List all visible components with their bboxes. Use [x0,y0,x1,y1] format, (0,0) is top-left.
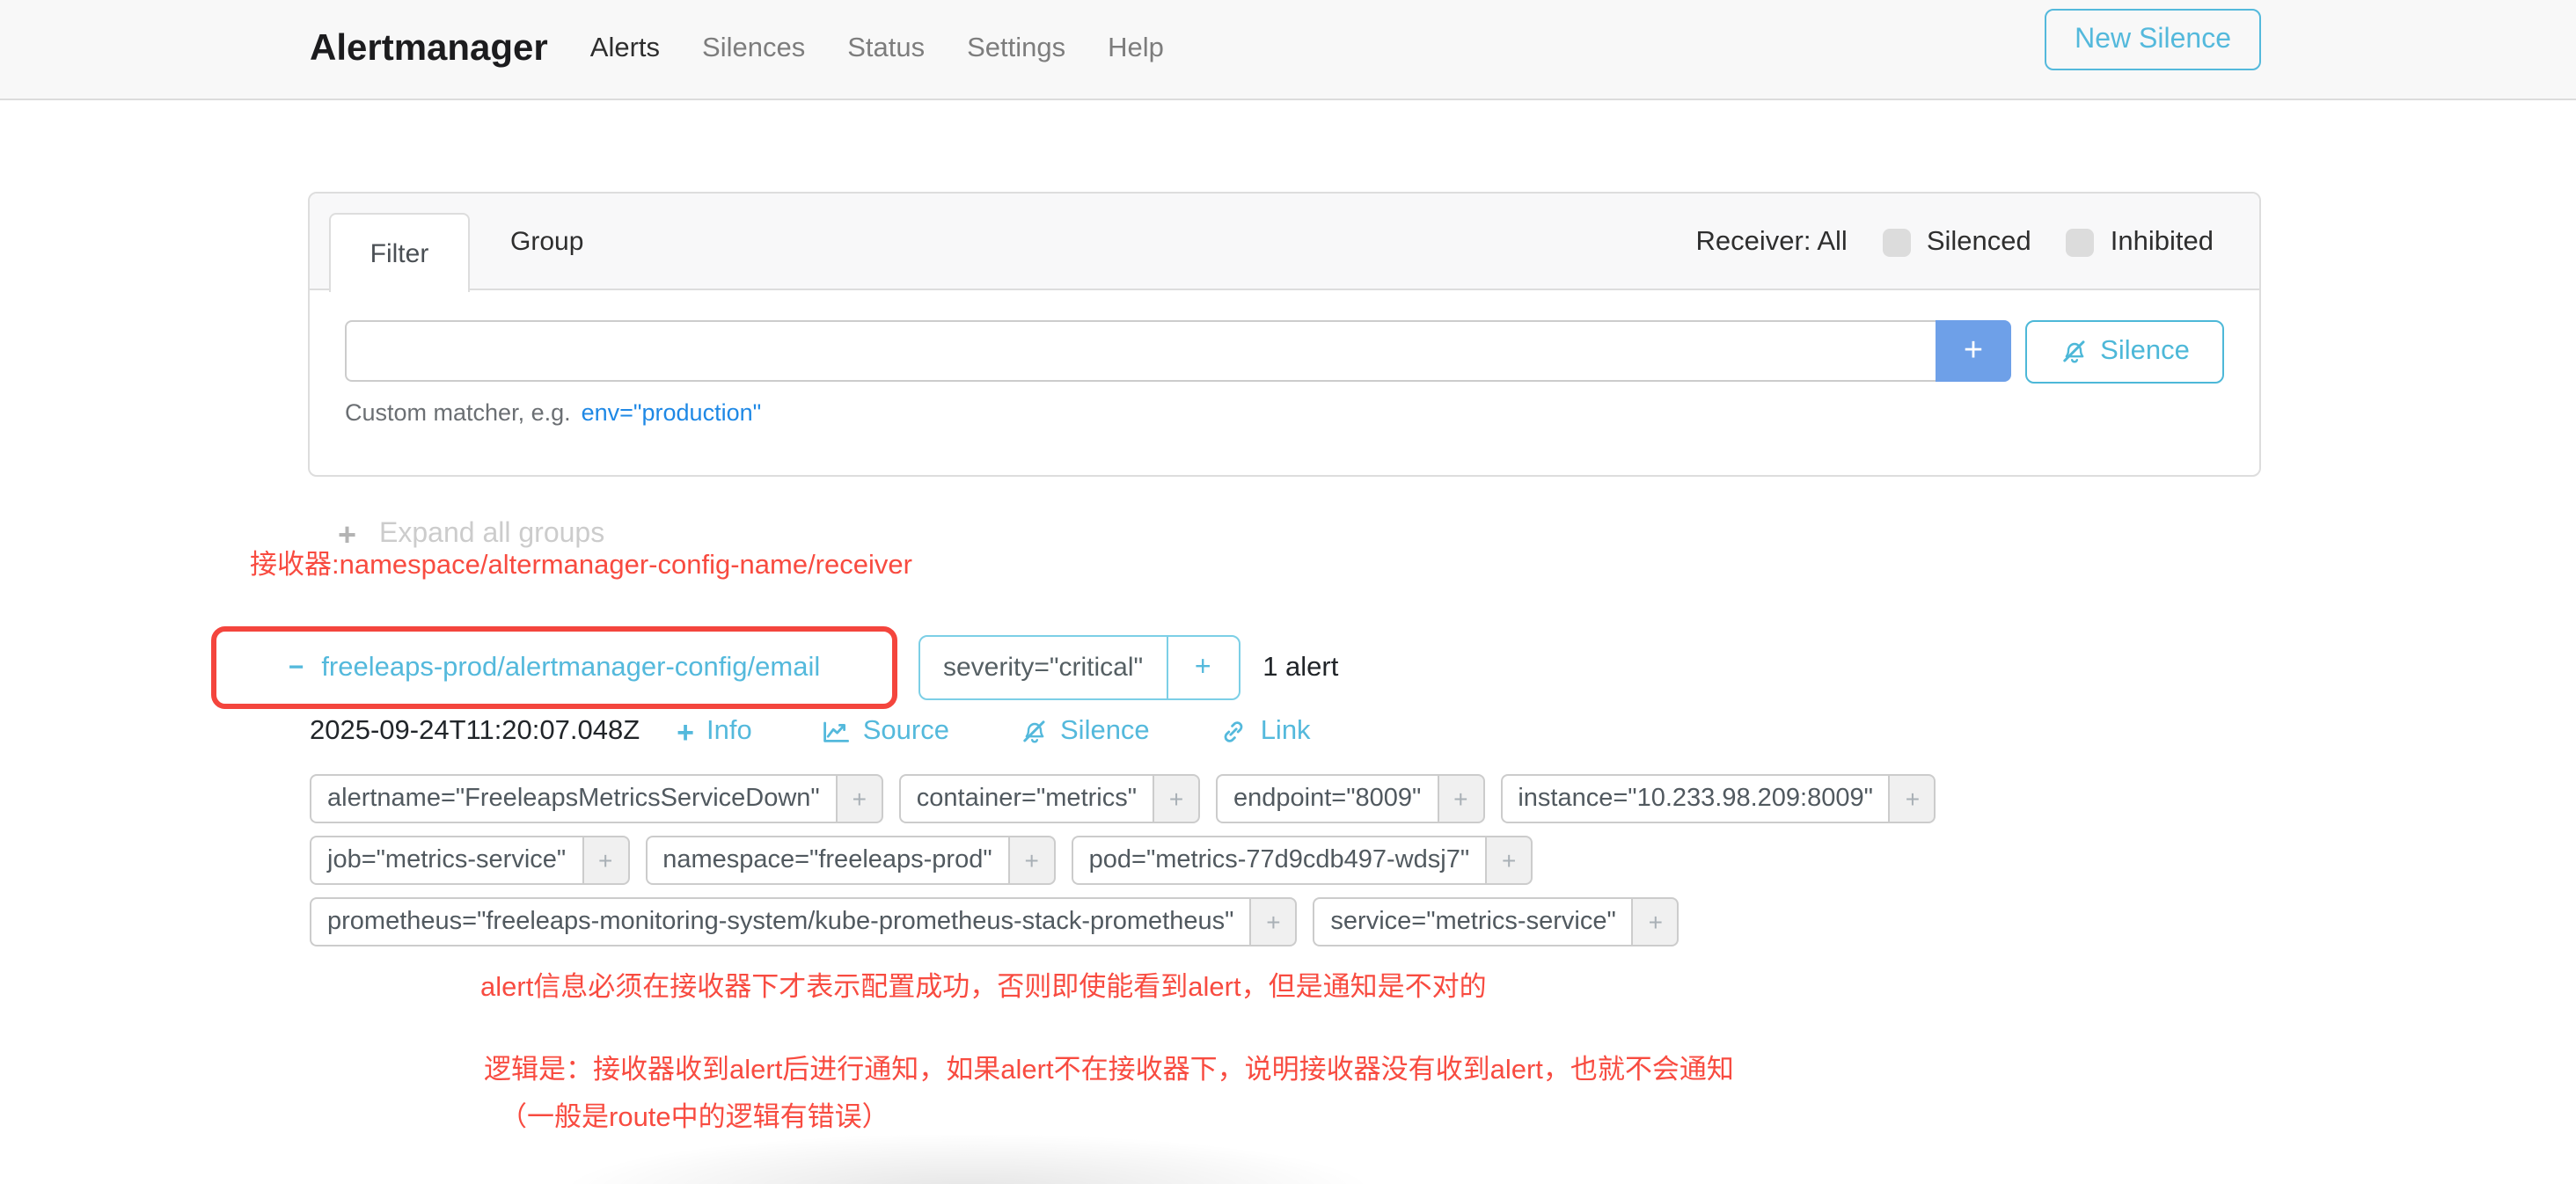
label-add-filter-button[interactable]: + [1008,836,1056,885]
label-add-filter-button[interactable]: + [1153,774,1200,823]
label-tag-text: pod="metrics-77d9cdb497-wdsj7" [1072,836,1485,885]
group-matcher-label: severity="critical" [920,637,1167,698]
silence-alert-button-label: Silence [1060,716,1150,748]
receiver-group-label: freeleaps-prod/alertmanager-config/email [321,652,820,683]
info-button-label: Info [706,716,752,748]
nav-item-silences[interactable]: Silences [702,33,805,65]
label-add-filter-button[interactable]: + [582,836,629,885]
label-tag: service="metrics-service" + [1313,897,1679,946]
label-tag-text: instance="10.233.98.209:8009" [1500,774,1889,823]
label-tag-text: container="metrics" [899,774,1153,823]
label-tag-text: service="metrics-service" [1313,897,1631,946]
label-tag-text: endpoint="8009" [1216,774,1437,823]
label-tag: job="metrics-service" + [310,836,629,885]
chart-line-icon [823,718,851,746]
plus-icon: + [677,717,694,747]
inhibited-checkbox-group[interactable]: Inhibited [2067,226,2214,258]
source-link-label: Source [863,716,949,748]
group-matcher-chip: severity="critical" + [918,635,1240,700]
nav-item-settings[interactable]: Settings [967,33,1065,65]
alert-group-row: − freeleaps-prod/alertmanager-config/ema… [211,626,1338,709]
inhibited-checkbox-label: Inhibited [2111,226,2214,258]
receiver-filter[interactable]: Receiver: All [1696,226,1848,258]
annotation-note-bottom2: （一般是route中的逻辑有错误） [500,1096,889,1135]
label-add-filter-button[interactable]: + [1632,897,1680,946]
alert-timestamp: 2025-09-24T11:20:07.048Z [310,716,640,748]
tab-filter[interactable]: Filter [329,213,470,292]
label-add-filter-button[interactable]: + [1889,774,1936,823]
label-add-filter-button[interactable]: + [1437,774,1484,823]
matcher-hint: Custom matcher, e.g. env="production" [345,399,2224,426]
silence-filter-button[interactable]: Silence [2025,320,2224,384]
brand-link[interactable]: Alertmanager [310,28,548,70]
filter-header-controls: Receiver: All Silenced Inhibited [1696,194,2214,290]
label-tag: prometheus="freeleaps-monitoring-system/… [310,897,1297,946]
label-tag-text: namespace="freeleaps-prod" [645,836,1007,885]
nav-item-help[interactable]: Help [1108,33,1164,65]
label-tag: pod="metrics-77d9cdb497-wdsj7" + [1072,836,1533,885]
annotation-note-mid: alert信息必须在接收器下才表示配置成功，否则即使能看到alert，但是通知是… [480,966,1487,1005]
add-matcher-button[interactable]: + [1936,320,2011,382]
label-add-filter-button[interactable]: + [836,774,883,823]
label-tag-text: job="metrics-service" [310,836,582,885]
label-tag: instance="10.233.98.209:8009" + [1500,774,1936,823]
top-navbar: Alertmanager Alerts Silences Status Sett… [0,0,2576,100]
bell-slash-icon [1020,718,1048,746]
collapse-minus-icon: − [289,653,304,683]
label-tag-text: prometheus="freeleaps-monitoring-system/… [310,897,1249,946]
filter-card-header: Filter Group Receiver: All Silenced Inhi… [310,194,2259,290]
new-silence-button[interactable]: New Silence [2045,9,2261,70]
label-tag: container="metrics" + [899,774,1200,823]
receiver-group-button[interactable]: − freeleaps-prod/alertmanager-config/ema… [289,652,820,683]
nav-item-status[interactable]: Status [847,33,925,65]
silenced-checkbox-group[interactable]: Silenced [1883,226,2031,258]
link-icon [1220,718,1248,746]
inhibited-checkbox[interactable] [2067,228,2095,256]
alert-meta-row: 2025-09-24T11:20:07.048Z + Info Source [310,716,1311,748]
matcher-hint-example-link[interactable]: env="production" [582,399,762,426]
filter-card: Filter Group Receiver: All Silenced Inhi… [308,192,2261,477]
label-add-filter-button[interactable]: + [1249,897,1297,946]
label-tag: alertname="FreeleapsMetricsServiceDown" … [310,774,883,823]
source-link[interactable]: Source [823,716,949,748]
silenced-checkbox-label: Silenced [1927,226,2031,258]
silence-alert-button[interactable]: Silence [1020,716,1150,748]
annotation-receiver-note: 接收器:namespace/altermanager-config-name/r… [250,544,912,582]
generator-link[interactable]: Link [1220,716,1311,748]
matcher-input-group: + [345,320,2011,382]
tab-group[interactable]: Group [510,194,583,290]
generator-link-label: Link [1261,716,1311,748]
main-nav: Alerts Silences Status Settings Help [590,33,1164,65]
alertmanager-page: Alertmanager Alerts Silences Status Sett… [0,0,2576,1184]
matcher-hint-text: Custom matcher, e.g. [345,399,571,426]
annotation-highlight-box: − freeleaps-prod/alertmanager-config/ema… [211,626,897,709]
label-tag-text: alertname="FreeleapsMetricsServiceDown" [310,774,836,823]
filter-card-body: + Silence Custom matcher, e.g. env="prod [310,290,2259,426]
nav-item-alerts[interactable]: Alerts [590,33,660,65]
matcher-input[interactable] [345,320,1936,382]
info-button[interactable]: + Info [677,716,752,748]
group-matcher-add-button[interactable]: + [1167,637,1238,698]
alert-count: 1 alert [1262,652,1338,683]
label-add-filter-button[interactable]: + [1485,836,1533,885]
silenced-checkbox[interactable] [1883,228,1911,256]
alert-actions: + Info Source [677,716,1310,748]
alert-labels: alertname="FreeleapsMetricsServiceDown" … [310,774,2087,946]
label-tag: namespace="freeleaps-prod" + [645,836,1055,885]
silence-filter-button-label: Silence [2100,336,2190,368]
bell-slash-icon [2060,338,2088,366]
label-tag: endpoint="8009" + [1216,774,1484,823]
annotation-note-bottom1: 逻辑是：接收器收到alert后进行通知，如果alert不在接收器下，说明接收器没… [484,1049,1734,1087]
